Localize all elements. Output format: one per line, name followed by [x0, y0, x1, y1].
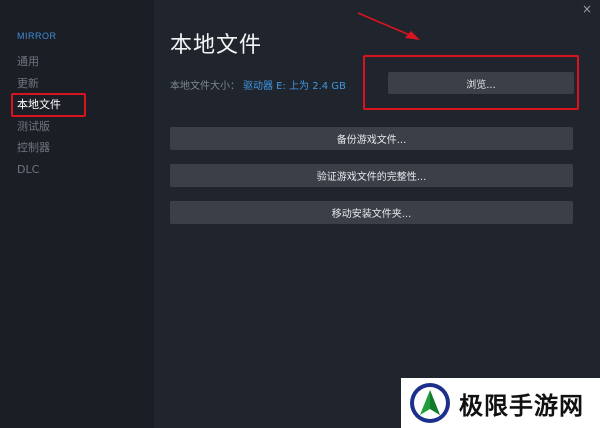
watermark: 极限手游网: [401, 378, 600, 428]
annotation-arrow-icon: [357, 12, 420, 40]
watermark-logo-icon: [410, 383, 450, 423]
watermark-text: 极限手游网: [459, 390, 584, 420]
